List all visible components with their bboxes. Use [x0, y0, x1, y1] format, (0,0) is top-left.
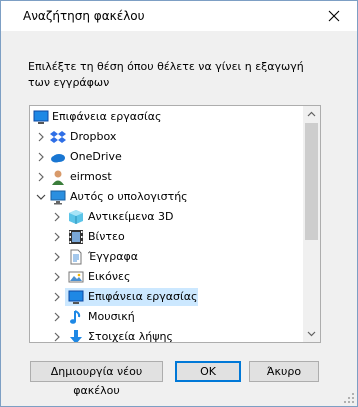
tree-item-user[interactable]: eirmost — [30, 167, 302, 187]
vertical-scrollbar[interactable] — [303, 106, 320, 342]
tree-item-desktop[interactable]: Επιφάνεια εργασίας — [30, 287, 302, 307]
chevron-up-icon — [307, 111, 316, 117]
tree-item-music[interactable]: Μουσική — [30, 307, 302, 327]
computer-icon — [50, 189, 66, 205]
desktop-icon — [68, 289, 84, 305]
chevron-right-icon[interactable] — [52, 332, 62, 342]
tree-item-pictures[interactable]: Εικόνες — [30, 267, 302, 287]
tree-item-label: Επιφάνεια εργασίας — [88, 290, 198, 303]
tree-item-desktop-root[interactable]: Επιφάνεια εργασίας — [30, 107, 302, 127]
browse-folder-dialog: Αναζήτηση φακέλου Επιλέξτε τη θέση όπου … — [0, 0, 358, 407]
ok-button[interactable]: OK — [175, 361, 241, 382]
tree-item-label: Βίντεο — [88, 230, 125, 243]
tree-item-videos[interactable]: Βίντεο — [30, 227, 302, 247]
downloads-icon — [68, 329, 84, 342]
tree-item-label: Έγγραφα — [88, 250, 138, 263]
chevron-right-icon[interactable] — [52, 272, 62, 282]
chevron-right-icon[interactable] — [52, 292, 62, 302]
chevron-down-icon — [307, 331, 316, 337]
tree-item-label: Μουσική — [88, 310, 135, 323]
documents-icon — [68, 249, 84, 265]
tree-item-label: Αυτός ο υπολογιστής — [70, 190, 188, 203]
tree-item-downloads[interactable]: Στοιχεία λήψης — [30, 327, 302, 343]
tree-item-documents[interactable]: Έγγραφα — [30, 247, 302, 267]
tree-item-3d-objects[interactable]: Αντικείμενα 3D — [30, 207, 302, 227]
tree-item-label: Στοιχεία λήψης — [88, 330, 173, 343]
tree-item-dropbox[interactable]: Dropbox — [30, 127, 302, 147]
tree-item-label: Αντικείμενα 3D — [88, 210, 174, 223]
dropbox-icon — [50, 129, 66, 145]
close-button[interactable] — [313, 1, 357, 31]
new-folder-button[interactable]: Δημιουργία νέου φακέλου — [30, 361, 163, 397]
chevron-right-icon[interactable] — [52, 212, 62, 222]
video-icon — [68, 229, 84, 245]
chevron-right-icon[interactable] — [52, 252, 62, 262]
chevron-down-icon[interactable] — [36, 192, 46, 202]
tree-item-this-pc[interactable]: Αυτός ο υπολογιστής — [30, 187, 302, 207]
tree-item-label: Dropbox — [70, 130, 117, 143]
tree-item-label: Επιφάνεια εργασίας — [52, 110, 162, 123]
desktop-icon — [33, 109, 49, 125]
chevron-right-icon[interactable] — [36, 152, 46, 162]
tree-item-label: eirmost — [70, 170, 112, 183]
scroll-down-button[interactable] — [303, 325, 320, 342]
chevron-right-icon[interactable] — [36, 132, 46, 142]
tree-item-onedrive[interactable]: OneDrive — [30, 147, 302, 167]
cancel-button[interactable]: Άκυρο — [249, 361, 319, 382]
chevron-right-icon[interactable] — [36, 172, 46, 182]
scroll-thumb[interactable] — [305, 123, 318, 240]
tree-item-label: Εικόνες — [88, 270, 131, 283]
title-bar[interactable]: Αναζήτηση φακέλου — [1, 1, 357, 31]
user-icon — [50, 169, 66, 185]
chevron-right-icon[interactable] — [52, 312, 62, 322]
tree-item-label: OneDrive — [70, 150, 122, 163]
window-title: Αναζήτηση φακέλου — [23, 9, 145, 23]
close-icon — [328, 10, 340, 22]
music-icon — [68, 309, 84, 325]
3d-objects-icon — [68, 209, 84, 225]
chevron-right-icon[interactable] — [52, 232, 62, 242]
instruction-text: Επιλέξτε τη θέση όπου θέλετε να γίνει η … — [28, 60, 304, 89]
folder-tree[interactable]: Επιφάνεια εργασίας Dropbox OneDrive eirm… — [29, 105, 321, 343]
scroll-up-button[interactable] — [303, 106, 320, 123]
resize-grip-icon[interactable] — [343, 392, 355, 404]
pictures-icon — [68, 269, 84, 285]
onedrive-icon — [50, 149, 66, 165]
